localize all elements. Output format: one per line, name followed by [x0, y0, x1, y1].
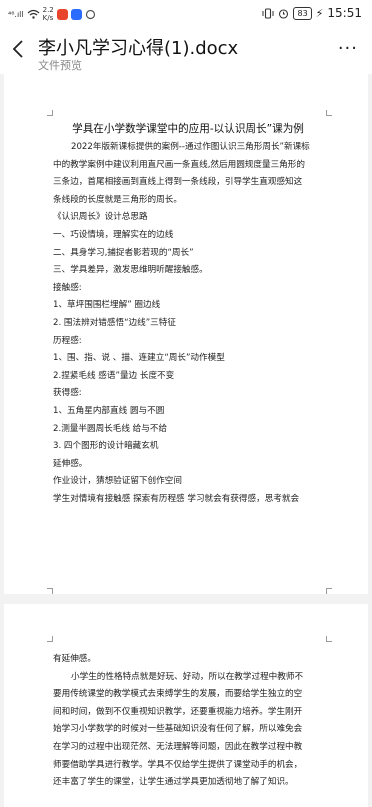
- paragraph-line: 获得感:: [53, 388, 82, 399]
- margin-mark: [47, 636, 53, 642]
- article-title: 学具在小学数学课堂中的应用-以认识周长”课为例: [72, 123, 304, 135]
- sync-icon: [85, 9, 95, 19]
- wifi-icon: [27, 9, 40, 19]
- app-bar: 李小凡学习心得(1).docx 文件预览 ···: [0, 28, 372, 74]
- paragraph-line: 1、围、指、说 、描、连建立“周长”动作模型: [53, 353, 225, 364]
- notification-app-icon-2: [70, 8, 82, 20]
- paragraph-line: 三条边，首尾相接画到直线上得到一条线段，引导学生直观感知这: [53, 177, 303, 188]
- paragraph-line: 小学生的性格特点就是好玩、好动，所以在教学过程中教师不: [71, 671, 304, 682]
- paragraph-line: 还丰富了学生的课堂，让学生通过学具更加透彻地了解了知识。: [53, 777, 294, 788]
- back-arrow-icon: [12, 40, 23, 58]
- document-page-2: 有延伸感。 小学生的性格特点就是好玩、好动，所以在教学过程中教师不 要用传统课堂…: [4, 604, 368, 807]
- charging-icon: ⚡: [315, 6, 324, 20]
- page-1-content: 学具在小学数学课堂中的应用-以认识周长”课为例 2022年版新课标提供的案例--…: [53, 120, 323, 508]
- margin-mark: [47, 588, 53, 594]
- paragraph-line: 接触感:: [53, 282, 82, 293]
- paragraph-line: 条线段的长度就是三角形的周长。: [53, 194, 182, 205]
- paragraph-line: 三、学具差异，激发思维明听醒接触感。: [53, 265, 208, 276]
- paragraph-line: 2. 围法辨对错感悟“边线”三特征: [53, 317, 176, 328]
- paragraph-line: 师要借助学具进行教学。学具不仅给学生提供了课堂动手的机会，: [53, 759, 303, 770]
- paragraph-line: 一、巧设情境，理解实在的边线: [53, 229, 174, 240]
- back-button[interactable]: [8, 37, 28, 61]
- margin-mark: [326, 110, 332, 116]
- paragraph-line: 作业设计，猜想验证留下创作空间: [53, 476, 182, 487]
- paragraph-line: 要用传统课堂的教学模式去束缚学生的发展，而要给学生独立的空: [53, 689, 303, 700]
- battery-indicator: 83: [293, 6, 312, 20]
- paragraph-line: 2022年版新课标提供的案例--通过作图认识三角形周长”新课标: [71, 142, 310, 152]
- paragraph-line: 中的教学案例中建议利用直尺画一条直线,然后用圆规度量三角形的: [53, 159, 305, 170]
- carrier-label: ⁴⁶.ıll: [8, 9, 24, 19]
- paragraph-line: 2.捏紧毛线 感语”量边 长度不变: [53, 370, 175, 381]
- phone-screen: ⁴⁶.ıll 2.2 K/s 83 ⚡ 15:51 李小凡学习心得(1).doc…: [0, 0, 372, 807]
- paragraph-line: 3. 四个图形的设计暗藏玄机: [53, 441, 159, 452]
- paragraph-line: 1、草坪围围栏埋解” 圈边线: [53, 300, 161, 311]
- margin-mark: [326, 588, 332, 594]
- paragraph-line: 有延伸感。: [53, 654, 96, 664]
- paragraph-line: 历程感:: [53, 335, 82, 346]
- status-right: 83 ⚡ 15:51: [262, 6, 362, 20]
- margin-mark: [47, 110, 53, 116]
- paragraph-line: 延伸感。: [53, 458, 88, 469]
- page-2-content: 有延伸感。 小学生的性格特点就是好玩、好动，所以在教学过程中教师不 要用传统课堂…: [53, 651, 323, 792]
- paragraph-line: 学生对情境有接触感 探索有历程感 学习就会有获得感，思考就会: [53, 493, 300, 504]
- notification-app-icon: [56, 8, 68, 20]
- paragraph-line: 在学习的过程中出现茫然、无法理解等问题，因此在教学过程中教: [53, 741, 303, 752]
- paragraph-line: 二、具身学习,捕捉者影若现的“周长”: [53, 247, 194, 258]
- paragraph-line: 《认识周长》设计总思路: [53, 212, 148, 223]
- margin-mark: [326, 636, 332, 642]
- status-left: ⁴⁶.ıll 2.2 K/s: [8, 6, 96, 22]
- more-options-button[interactable]: ···: [338, 40, 358, 58]
- document-preview[interactable]: 学具在小学数学课堂中的应用-以认识周长”课为例 2022年版新课标提供的案例--…: [0, 74, 372, 807]
- paragraph-line: 间和时间，做到不仅重视知识教学，还要重视能力培养。学生刚开: [53, 706, 303, 717]
- paragraph-line: 始学习小学数学的时候对一些基础知识没有任何了解，所以难免会: [53, 724, 303, 735]
- clock: 15:51: [327, 6, 362, 20]
- vibrate-icon: [262, 7, 274, 19]
- paragraph-line: 2.测量半圆周长毛线 给与不给: [53, 423, 168, 434]
- document-subtitle: 文件预览: [38, 59, 82, 72]
- paragraph-line: 1、五角星内部直线 圆与不圆: [53, 405, 165, 416]
- alarm-icon: [279, 8, 289, 19]
- document-page-1: 学具在小学数学课堂中的应用-以认识周长”课为例 2022年版新课标提供的案例--…: [4, 74, 368, 594]
- status-bar: ⁴⁶.ıll 2.2 K/s 83 ⚡ 15:51: [0, 0, 372, 28]
- network-speed: 2.2 K/s: [42, 6, 54, 22]
